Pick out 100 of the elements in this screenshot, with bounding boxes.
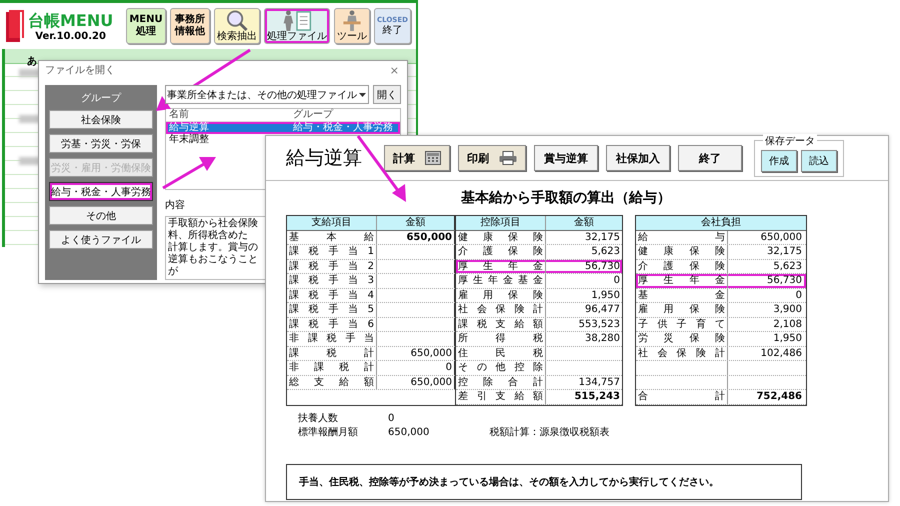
table-cell: 所得税 [456,332,546,346]
menu-button[interactable]: MENU 処理 [126,8,166,44]
group-button[interactable]: 社会保険 [49,110,153,129]
table-cell: 雇用保険 [456,288,546,302]
table-cell[interactable]: 134,757 [546,376,622,389]
file-type-dropdown[interactable]: 事業所全体または、その他の処理ファイル [165,85,370,104]
table-cell: 雇用保険 [636,303,728,316]
pointer-arrow [162,157,216,190]
table-cell[interactable]: 0 [377,361,455,374]
toolbar-button[interactable]: 計算 [384,145,450,171]
book-icon [6,10,24,42]
table-cell: 課税支給額 [456,318,546,331]
table-cell[interactable]: 650,000 [377,346,455,360]
table-cell[interactable]: 5,623 [546,245,622,258]
table-cell[interactable]: 752,486 [728,390,804,404]
search-button[interactable]: 検索抽出 [214,8,260,44]
info-label: 扶養人数 [298,412,339,426]
table-cell[interactable]: 38,280 [546,332,622,346]
table-cell: その他控除 [456,361,546,374]
table-cell: 課税計 [287,346,377,360]
table-cell: 労災保険 [636,332,728,346]
table-cell: 介護保険 [636,260,728,273]
table-cell[interactable]: 1,950 [728,332,804,346]
info-label: 標準報酬月額 [298,426,359,440]
column-header: 会社負担 [700,216,742,230]
group-button[interactable]: よく使うファイル [49,230,153,249]
column-header: 控除項目 [456,216,546,230]
column-header: グループ [292,109,333,121]
open-button[interactable]: 開く [373,85,401,104]
table-cell[interactable]: 102,486 [728,346,804,360]
table-cell: 厚生年金基金 [456,274,546,288]
menu-button[interactable]: 事務所 情報他 [170,8,210,44]
group-title: 保存データ [763,134,817,148]
table-cell: 差引支給額 [456,390,546,404]
group-label: グループ [81,92,121,105]
tool-button[interactable]: ツール [334,8,370,44]
toolbar-button[interactable]: 賞与逆算 [534,145,598,171]
file-row[interactable]: 給与逆算 給与・税金・人事労務 [166,122,400,134]
table-cell: 基金 [636,288,728,302]
table-cell[interactable]: 515,243 [546,390,622,404]
table-cell: 子供子育て [636,318,728,331]
sheet-heading: 基本給から手取額の算出（給与） [461,189,672,207]
table-cell[interactable]: 5,623 [728,260,804,273]
table-cell[interactable]: 1,950 [546,288,622,302]
dialog-title: ファイルを開く [45,64,115,77]
table-cell: 課税手当3 [287,274,377,288]
table-cell: 介護保険 [456,245,546,258]
table-cell: 合計 [636,390,728,404]
table-cell: 控除合計 [456,376,546,389]
tax-method-text: 税額計算：源泉徴収税額表 [489,426,610,440]
column-header: 支給項目 [287,216,377,230]
table-cell[interactable]: 56,730 [546,260,622,273]
description-label: 内容 [165,198,186,212]
toolbar-button[interactable]: 終了 [678,145,742,171]
group-button[interactable]: その他 [49,206,153,225]
table-cell: 厚生年金 [636,274,728,288]
close-button[interactable]: × [388,64,401,76]
table-cell: 給与 [636,230,728,244]
table-cell[interactable]: 56,730 [728,274,804,288]
table-cell[interactable]: 553,523 [546,318,622,331]
table-cell[interactable]: 0 [546,274,622,288]
table-cell[interactable]: 650,000 [728,230,804,244]
table-cell: 課税手当2 [287,260,377,273]
column-header: あ [26,56,37,67]
table-cell[interactable]: 32,175 [728,245,804,258]
table-cell: 住民税 [456,346,546,360]
table-cell: 社会保険計 [636,346,728,360]
printer-icon [499,151,517,165]
table-cell: 非課税計 [287,361,377,374]
group-button[interactable]: 労基・労災・労保 [49,134,153,153]
version-label: Ver.10.00.20 [35,30,106,42]
search-icon [225,10,249,31]
table-cell: 基本給 [287,230,377,244]
table-cell: 総支給額 [287,376,377,389]
table-cell: 非課税手当 [287,332,377,346]
dropdown-caret-icon [358,90,368,99]
files-button[interactable]: 処理ファイル [264,8,330,44]
table-cell[interactable]: 0 [728,288,804,302]
table-cell: 課税手当1 [287,245,377,258]
table-cell[interactable]: 32,175 [546,230,622,244]
table-cell: 課税手当5 [287,303,377,316]
save-data-button[interactable]: 読込 [801,150,837,172]
app-title: 台帳MENU [28,10,114,30]
window-title: 給与逆算 [286,146,362,171]
column-header: 金額 [573,216,595,230]
table-cell[interactable]: 650,000 [377,230,455,244]
table-cell: 健康保険 [456,230,546,244]
toolbar-button[interactable]: 社保加入 [606,145,670,171]
table-cell: 課税手当4 [287,288,377,302]
table-cell[interactable]: 2,108 [728,318,804,331]
table-cell: 健康保険 [636,245,728,258]
toolbar-button[interactable]: 印刷 [458,145,526,171]
table-cell[interactable]: 3,900 [728,303,804,316]
table-cell: 課税手当6 [287,318,377,331]
save-data-button[interactable]: 作成 [761,150,797,172]
table-cell: 厚生年金 [456,260,546,273]
table-cell[interactable]: 96,477 [546,303,622,316]
calculator-icon [425,151,441,165]
column-header: 金額 [377,216,455,230]
table-cell[interactable]: 650,000 [377,376,455,389]
